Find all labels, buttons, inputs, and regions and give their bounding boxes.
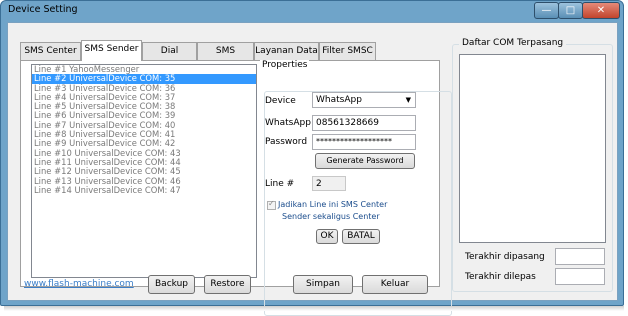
line-list-item[interactable]: Line #14 UniversalDevice COM: 47 <box>32 185 256 195</box>
password-label: Password <box>265 137 308 147</box>
generate-password-button[interactable]: Generate Password <box>315 153 415 169</box>
tab-sms-service[interactable]: SMS Service <box>197 42 254 72</box>
device-label: Device <box>265 96 296 106</box>
tab-sms-sender[interactable]: SMS Sender <box>81 40 142 61</box>
ok-button[interactable]: OK <box>316 229 338 244</box>
sender-center-text: Sender sekaligus Center <box>282 212 380 221</box>
terakhir-dipasang-label: Terakhir dipasang <box>465 252 545 262</box>
tab-layanan-data[interactable]: Layanan Data <box>254 42 319 60</box>
properties-legend: Properties <box>260 60 310 70</box>
jadikan-label: Jadikan Line ini SMS Center <box>278 200 388 209</box>
terakhir-dipasang-field[interactable] <box>555 248 605 265</box>
terakhir-dilepas-label: Terakhir dilepas <box>465 272 536 282</box>
checkmark-icon: ✓ <box>268 199 275 208</box>
flash-machine-link[interactable]: www.flash-machine.com <box>24 279 134 289</box>
tab-dial-service[interactable]: Dial Service <box>142 42 197 72</box>
chevron-down-icon: ▼ <box>405 96 411 104</box>
window-title: Device Setting <box>8 4 78 15</box>
keluar-button[interactable]: Keluar <box>362 275 428 294</box>
com-list-legend: Daftar COM Terpasang <box>459 38 567 48</box>
tab-sms-center[interactable]: SMS Center <box>20 42 81 60</box>
restore-button[interactable]: Restore <box>204 275 251 294</box>
jadikan-checkbox[interactable]: ✓ <box>267 199 276 210</box>
line-list[interactable]: Line #1 YahooMessenger Line #2 UniversalD… <box>31 64 257 278</box>
maximize-button[interactable]: □ <box>558 2 583 19</box>
batal-button[interactable]: BATAL <box>342 229 380 244</box>
backup-button[interactable]: Backup <box>148 275 195 294</box>
dialog-client-area: SMS Center SMS Sender Dial Service SMS S… <box>7 22 618 316</box>
title-bar[interactable]: Device Setting — □ ✕ <box>1 1 623 21</box>
tab-filter-smsc[interactable]: Filter SMSC <box>319 42 376 60</box>
device-select-value: WhatsApp <box>316 95 362 105</box>
whatsapp-number-field[interactable]: 08561328669 <box>312 115 416 131</box>
close-button[interactable]: ✕ <box>582 2 620 19</box>
line-number-field[interactable]: 2 <box>312 176 346 191</box>
password-field[interactable]: ******************* <box>312 134 416 150</box>
whatsapp-label: WhatsApp <box>265 118 311 128</box>
line-number-label: Line # <box>265 179 295 189</box>
terakhir-dilepas-field[interactable] <box>555 268 605 285</box>
simpan-button[interactable]: Simpan <box>293 275 353 294</box>
com-list[interactable] <box>459 54 606 243</box>
device-select[interactable]: WhatsApp ▼ <box>312 92 416 108</box>
window-frame: Device Setting — □ ✕ SMS Center SMS Send… <box>0 0 624 316</box>
window-shadow <box>4 306 624 311</box>
minimize-button[interactable]: — <box>534 2 559 19</box>
